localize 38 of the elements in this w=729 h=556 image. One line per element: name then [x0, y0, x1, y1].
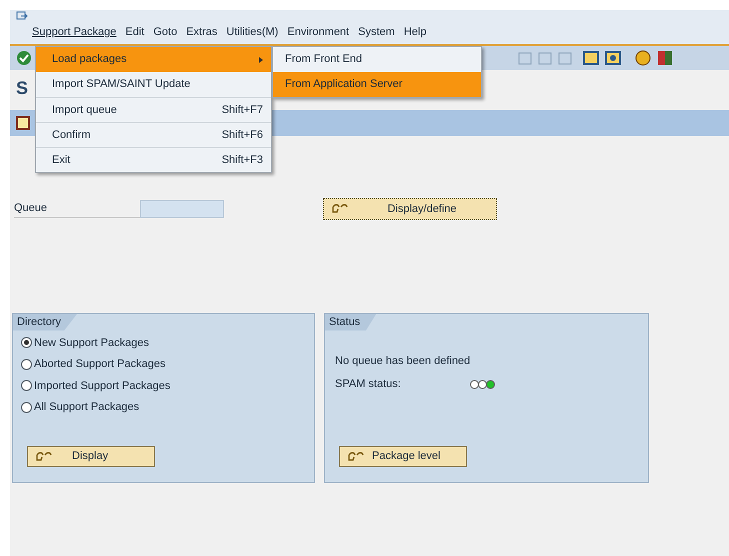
- menu-item[interactable]: Goto: [153, 24, 178, 40]
- menu-entry[interactable]: From Front End: [273, 47, 481, 72]
- package-level-button[interactable]: Package level: [339, 446, 467, 467]
- radio-label: Imported Support Packages: [34, 378, 170, 394]
- document-icon[interactable]: [16, 116, 30, 130]
- radio-button[interactable]: [21, 358, 32, 370]
- window-icon[interactable]: [605, 50, 621, 66]
- menu-item[interactable]: Support Package: [32, 24, 116, 40]
- queue-input-field[interactable]: [140, 200, 224, 218]
- radio-label: Aborted Support Packages: [34, 357, 166, 372]
- window-icon[interactable]: [583, 50, 599, 66]
- group-title: Status: [325, 314, 376, 330]
- title-text: S: [16, 76, 28, 100]
- menu-entry[interactable]: Confirm Shift+F6: [36, 122, 271, 147]
- menu-item[interactable]: Edit: [125, 24, 144, 40]
- menu-entry[interactable]: Load packages: [36, 47, 271, 72]
- menu-item[interactable]: Utilities(M): [226, 24, 278, 40]
- menu-entry[interactable]: Import queue Shift+F7: [36, 97, 271, 122]
- enter-icon[interactable]: [16, 50, 32, 66]
- display-define-button[interactable]: Display/define: [323, 198, 497, 220]
- radio-button[interactable]: [21, 380, 32, 392]
- menu-item[interactable]: Environment: [287, 24, 350, 40]
- group-title: Directory: [13, 314, 78, 330]
- menu-item[interactable]: Extras: [186, 24, 218, 40]
- status-message: No queue has been defined: [335, 354, 472, 368]
- menu-item[interactable]: Help: [404, 24, 426, 40]
- menu-entry[interactable]: From Application Server: [273, 72, 481, 97]
- display-button[interactable]: Display: [27, 446, 155, 467]
- menu-entry[interactable]: Import SPAM/SAINT Update: [36, 72, 271, 97]
- radio-button[interactable]: [21, 402, 32, 413]
- radio-button[interactable]: [21, 337, 32, 348]
- spam-status-label: SPAM status:: [335, 377, 402, 392]
- menu-entry[interactable]: Exit Shift+F3: [36, 147, 271, 172]
- menu-item[interactable]: System: [358, 24, 395, 40]
- radio-label: All Support Packages: [34, 400, 140, 415]
- layout-icon[interactable]: [657, 50, 673, 66]
- radio-label: New Support Packages: [34, 336, 149, 350]
- window-menu-icon: [16, 11, 28, 21]
